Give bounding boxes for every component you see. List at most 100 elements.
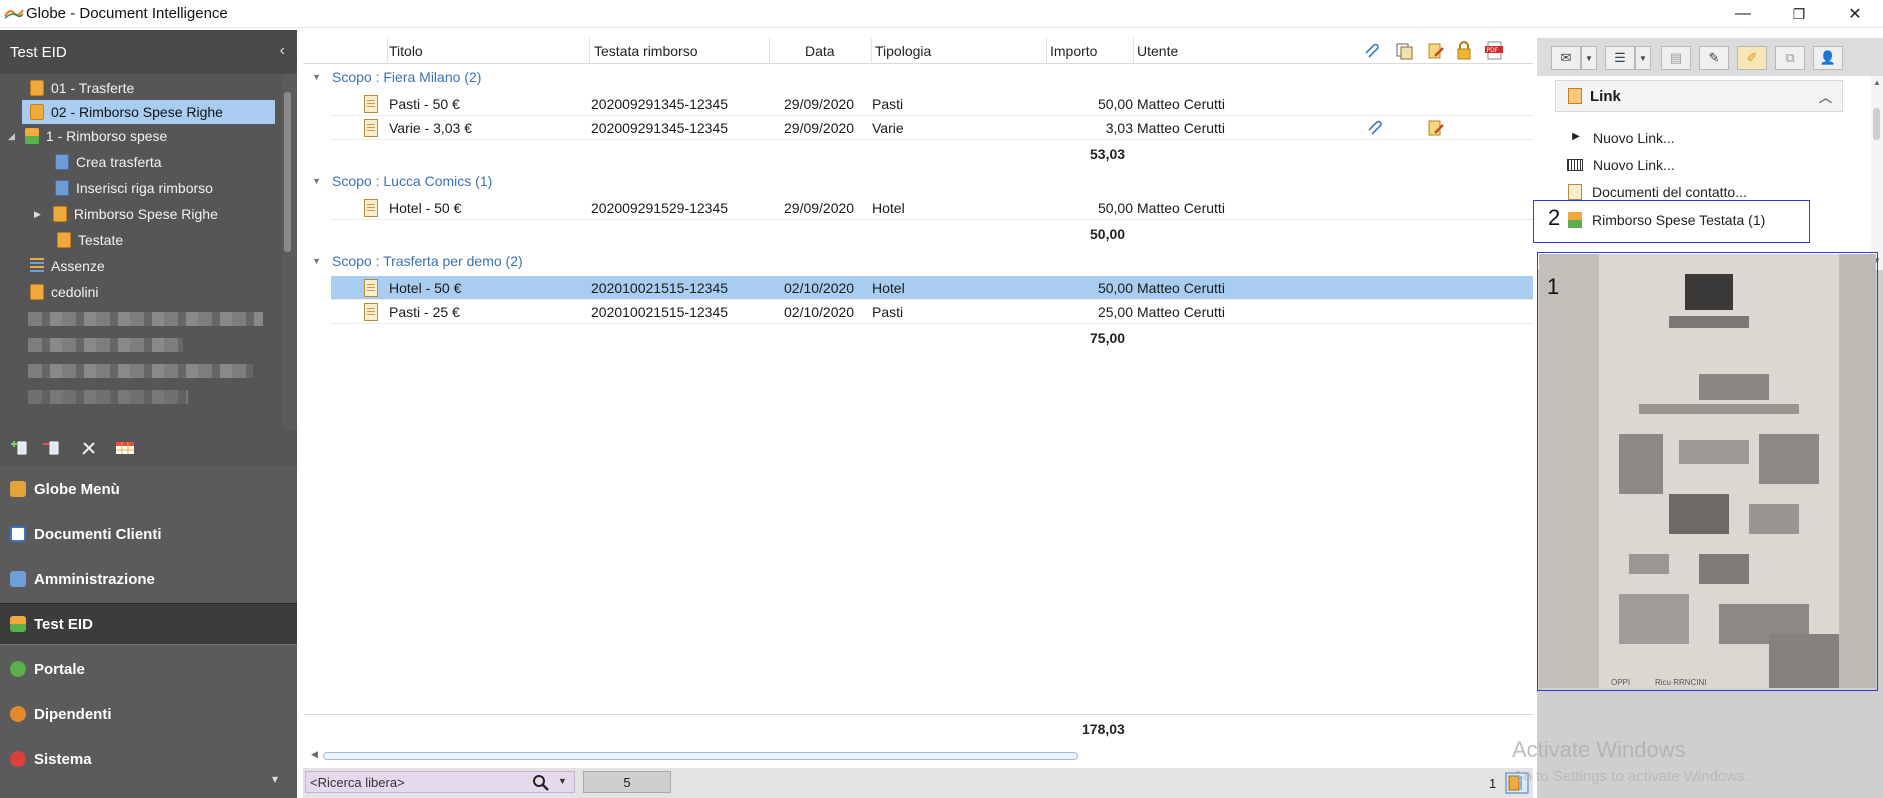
edit-icon[interactable]: [1427, 42, 1445, 60]
grid-icon: [55, 180, 69, 196]
new-link-barcode[interactable]: Nuovo Link...: [1567, 154, 1675, 176]
tree-item-crea-trasferta[interactable]: Crea trasferta: [55, 150, 162, 174]
new-link-action[interactable]: ▶ Nuovo Link...: [1569, 127, 1675, 149]
table-row[interactable]: Pasti - 25 € 202010021515-12345 02/10/20…: [331, 300, 1533, 324]
tree-item-label: cedolini: [51, 284, 99, 300]
cell-data: 02/10/2020: [784, 280, 855, 296]
group-row[interactable]: ▼ Scopo : Lucca Comics (1): [303, 169, 1533, 193]
mail-icon[interactable]: ✉: [1551, 46, 1581, 70]
table-row[interactable]: Pasti - 50 € 202009291345-12345 29/09/20…: [331, 92, 1533, 116]
table-row[interactable]: Hotel - 50 € 202009291529-12345 29/09/20…: [331, 196, 1533, 220]
redacted-item: [28, 390, 188, 404]
group-row[interactable]: ▼ Scopo : Trasferta per demo (2): [303, 249, 1533, 273]
edit-icon[interactable]: ✐: [1737, 46, 1767, 70]
cell-importo: 25,00: [1097, 304, 1133, 320]
group-row[interactable]: ▼ Scopo : Fiera Milano (2): [303, 65, 1533, 89]
scroll-thumb[interactable]: [323, 752, 1078, 760]
chevron-down-icon[interactable]: ▼: [558, 776, 567, 786]
tree-item-cedolini[interactable]: cedolini: [30, 280, 98, 304]
folder-icon: [30, 284, 44, 300]
tree-item-rimborso-spese-righe[interactable]: 02 - Rimborso Spese Righe: [22, 100, 275, 124]
column-testata[interactable]: Testata rimborso: [594, 43, 697, 59]
pdf-icon[interactable]: PDF: [1485, 41, 1505, 60]
link-panel-header[interactable]: Link ︿: [1555, 80, 1843, 112]
copy-icon[interactable]: [1395, 42, 1413, 60]
nav-portale[interactable]: Portale: [0, 648, 297, 690]
table-row-selected[interactable]: Hotel - 50 € 202010021515-12345 02/10/20…: [331, 276, 1533, 300]
tree-item-assenze[interactable]: Assenze: [30, 254, 105, 278]
search-input[interactable]: <Ricerca libera> ▼: [305, 771, 575, 793]
user-icon[interactable]: 👤: [1813, 46, 1843, 70]
scroll-thumb[interactable]: [1873, 108, 1880, 140]
tree-item-label: 01 - Trasferte: [51, 80, 135, 96]
grid-icon: [55, 154, 69, 170]
chevron-up-icon[interactable]: ︿: [1819, 87, 1832, 106]
tree-item-testate[interactable]: Testate: [57, 228, 123, 252]
nav-expand-button[interactable]: ▾: [272, 772, 278, 786]
scroll-thumb[interactable]: [284, 92, 291, 252]
link-label: Documenti del contatto...: [1592, 184, 1747, 200]
title-bar: Globe - Document Intelligence — ❐ ✕: [0, 0, 1883, 28]
list-icon[interactable]: ☰: [1605, 46, 1635, 70]
collapse-arrow-icon[interactable]: ▼: [312, 72, 322, 82]
tree-icon: [10, 616, 26, 632]
dropdown-icon[interactable]: ▼: [1581, 46, 1597, 70]
tree-scrollbar[interactable]: [282, 76, 294, 428]
expand-arrow-icon[interactable]: ▶: [34, 209, 41, 220]
remove-node-icon[interactable]: [40, 438, 62, 458]
scroll-up-icon[interactable]: ▲: [1873, 78, 1881, 87]
tree-item-trasferte[interactable]: 01 - Trasferte: [30, 76, 134, 100]
collapse-arrow-icon[interactable]: ▼: [312, 256, 322, 266]
grand-total: 178,03: [1082, 721, 1125, 737]
tools-icon[interactable]: [78, 438, 100, 458]
add-node-icon[interactable]: [8, 438, 30, 458]
table-row[interactable]: Varie - 3,03 € 202009291345-12345 29/09/…: [331, 116, 1533, 140]
cell-titolo: Hotel - 50 €: [389, 280, 462, 296]
expense-grid: Titolo Testata rimborso Data Tipologia I…: [303, 38, 1533, 798]
column-titolo[interactable]: Titolo: [389, 43, 423, 59]
document-icon: [364, 119, 378, 137]
collapse-sidebar-button[interactable]: ‹: [280, 42, 285, 60]
cell-importo: 50,00: [1097, 96, 1133, 112]
close-button[interactable]: ✕: [1827, 0, 1883, 28]
column-data[interactable]: Data: [805, 43, 835, 59]
dropdown-icon[interactable]: ▼: [1635, 46, 1651, 70]
tree-item-label: 02 - Rimborso Spese Righe: [51, 104, 223, 120]
copy-icon[interactable]: ⧉: [1775, 46, 1805, 70]
cell-importo: 50,00: [1097, 280, 1133, 296]
column-separator: [589, 38, 590, 64]
search-icon[interactable]: [532, 774, 550, 792]
nav-amministrazione[interactable]: Amministrazione: [0, 558, 297, 600]
tree-item-rimborso-spese[interactable]: ◢ 1 - Rimborso spese: [8, 124, 167, 148]
scan-icon[interactable]: ▤: [1661, 46, 1691, 70]
grid-settings-icon[interactable]: [114, 438, 136, 458]
expand-arrow-icon[interactable]: ◢: [8, 131, 15, 142]
nav-globe-menu[interactable]: Globe Menù: [0, 468, 297, 510]
nav-dipendenti[interactable]: Dipendenti: [0, 693, 297, 735]
horizontal-scrollbar[interactable]: ◀: [311, 748, 1533, 764]
nav-sistema[interactable]: Sistema: [0, 738, 297, 780]
paperclip-icon[interactable]: [1363, 43, 1381, 59]
nav-documenti-clienti[interactable]: Documenti Clienti: [0, 513, 297, 555]
maximize-button[interactable]: ❐: [1771, 0, 1827, 28]
lock-icon[interactable]: [1456, 41, 1472, 60]
nav-label: Dipendenti: [34, 705, 112, 723]
scroll-left-icon[interactable]: ◀: [311, 749, 318, 760]
pen-icon[interactable]: ✎: [1699, 46, 1729, 70]
tree-item-rimborso-spese-righe-sub[interactable]: ▶ Rimborso Spese Righe: [34, 202, 218, 226]
column-tipologia[interactable]: Tipologia: [875, 43, 931, 59]
window-title: Globe - Document Intelligence: [26, 5, 228, 22]
column-utente[interactable]: Utente: [1137, 43, 1178, 59]
collapse-arrow-icon[interactable]: ▼: [312, 176, 322, 186]
tree-item-inserisci-riga[interactable]: Inserisci riga rimborso: [55, 176, 213, 200]
column-separator: [387, 38, 388, 64]
link-scrollbar[interactable]: ▲ ▼: [1871, 76, 1883, 270]
column-importo[interactable]: Importo: [1050, 43, 1097, 59]
paperclip-icon[interactable]: [1366, 120, 1384, 136]
nav-test-eid[interactable]: Test EID: [0, 603, 297, 645]
edit-icon[interactable]: [1427, 119, 1445, 137]
nav-label: Amministrazione: [34, 570, 155, 588]
cell-titolo: Pasti - 25 €: [389, 304, 460, 320]
tree-item-label: Rimborso Spese Righe: [73, 206, 218, 222]
minimize-button[interactable]: —: [1715, 0, 1771, 28]
